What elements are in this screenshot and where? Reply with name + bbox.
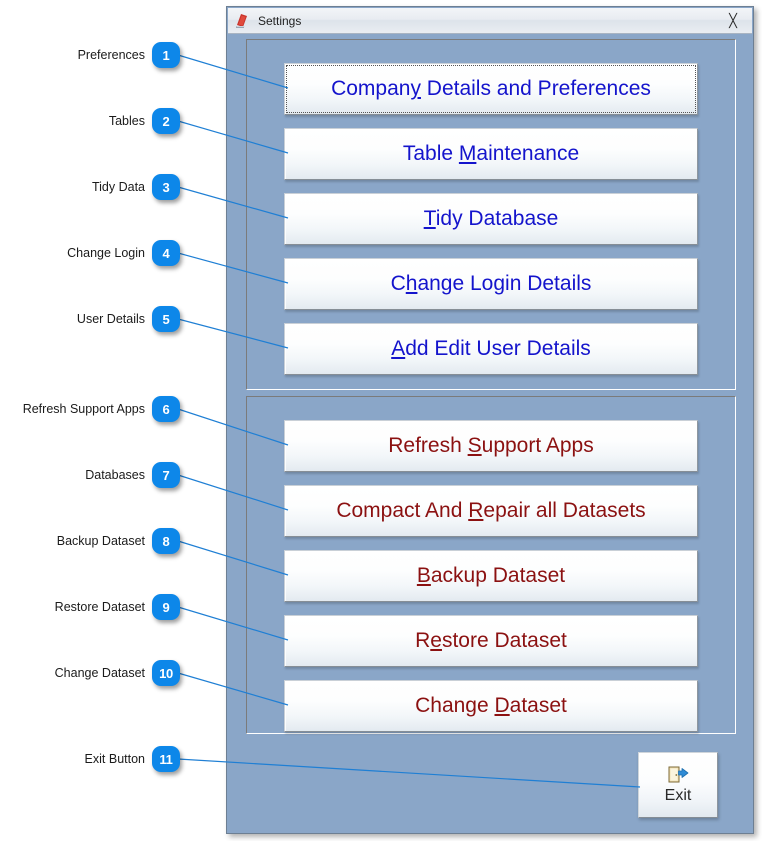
callout-number-badge: 6: [152, 396, 180, 422]
callout-number-badge: 10: [152, 660, 180, 686]
callout-tables: Tables 2: [0, 108, 180, 134]
button-label: Tidy Database: [423, 207, 559, 230]
callout-exit-button: Exit Button 11: [0, 746, 180, 772]
callout-label: Preferences: [77, 48, 145, 62]
callout-change-login: Change Login 4: [0, 240, 180, 266]
callout-number-badge: 4: [152, 240, 180, 266]
callout-label: Restore Dataset: [54, 600, 145, 614]
button-label: Company Details and Preferences: [331, 77, 651, 100]
change-dataset-button[interactable]: Change Dataset: [284, 680, 698, 732]
window-title: Settings: [258, 13, 302, 28]
add-edit-user-details-button[interactable]: Add Edit User Details: [284, 323, 698, 375]
restore-dataset-button[interactable]: Restore Dataset: [284, 615, 698, 667]
settings-window: Settings ╳ Company Details and Preferenc…: [226, 6, 754, 834]
callout-label: Change Login: [67, 246, 145, 260]
button-label: Refresh Support Apps: [388, 434, 594, 457]
button-label: Change Login Details: [390, 272, 592, 295]
callout-label: Databases: [85, 468, 145, 482]
refresh-support-apps-button[interactable]: Refresh Support Apps: [284, 420, 698, 472]
button-label: Add Edit User Details: [391, 337, 591, 360]
change-login-details-button[interactable]: Change Login Details: [284, 258, 698, 310]
callout-restore-dataset: Restore Dataset 9: [0, 594, 180, 620]
callout-user-details: User Details 5: [0, 306, 180, 332]
callout-label: Refresh Support Apps: [22, 402, 145, 416]
button-label: Backup Dataset: [416, 564, 566, 587]
callout-number-badge: 3: [152, 174, 180, 200]
callout-number-badge: 8: [152, 528, 180, 554]
button-label: Change Dataset: [415, 694, 567, 717]
title-bar[interactable]: Settings ╳: [228, 8, 752, 34]
button-label: Restore Dataset: [415, 629, 567, 652]
callout-tidy-data: Tidy Data 3: [0, 174, 180, 200]
callout-backup-dataset: Backup Dataset 8: [0, 528, 180, 554]
close-icon[interactable]: ╳: [722, 12, 744, 30]
table-maintenance-button[interactable]: Table Maintenance: [284, 128, 698, 180]
callout-number-badge: 5: [152, 306, 180, 332]
company-details-and-preferences-button[interactable]: Company Details and Preferences: [284, 63, 698, 115]
exit-button[interactable]: Exit: [638, 752, 718, 818]
button-label: Table Maintenance: [402, 142, 580, 165]
callout-preferences: Preferences 1: [0, 42, 180, 68]
compact-and-repair-all-datasets-button[interactable]: Compact And Repair all Datasets: [284, 485, 698, 537]
callout-label: Change Dataset: [54, 666, 145, 680]
callout-change-dataset: Change Dataset 10: [0, 660, 180, 686]
exit-door-icon: [667, 765, 689, 785]
access-app-icon: [234, 12, 252, 30]
callout-refresh-support-apps: Refresh Support Apps 6: [0, 396, 180, 422]
callout-number-badge: 1: [152, 42, 180, 68]
tidy-database-button[interactable]: Tidy Database: [284, 193, 698, 245]
callout-label: Backup Dataset: [56, 534, 145, 548]
callout-number-badge: 9: [152, 594, 180, 620]
button-label: Compact And Repair all Datasets: [336, 499, 646, 522]
callout-label: Tidy Data: [91, 180, 145, 194]
callout-label: Exit Button: [84, 752, 145, 766]
callout-label: Tables: [108, 114, 145, 128]
backup-dataset-button[interactable]: Backup Dataset: [284, 550, 698, 602]
callout-number-badge: 11: [152, 746, 180, 772]
exit-button-label: Exit: [664, 787, 692, 804]
callout-number-badge: 2: [152, 108, 180, 134]
callout-databases: Databases 7: [0, 462, 180, 488]
callout-number-badge: 7: [152, 462, 180, 488]
callout-label: User Details: [76, 312, 145, 326]
